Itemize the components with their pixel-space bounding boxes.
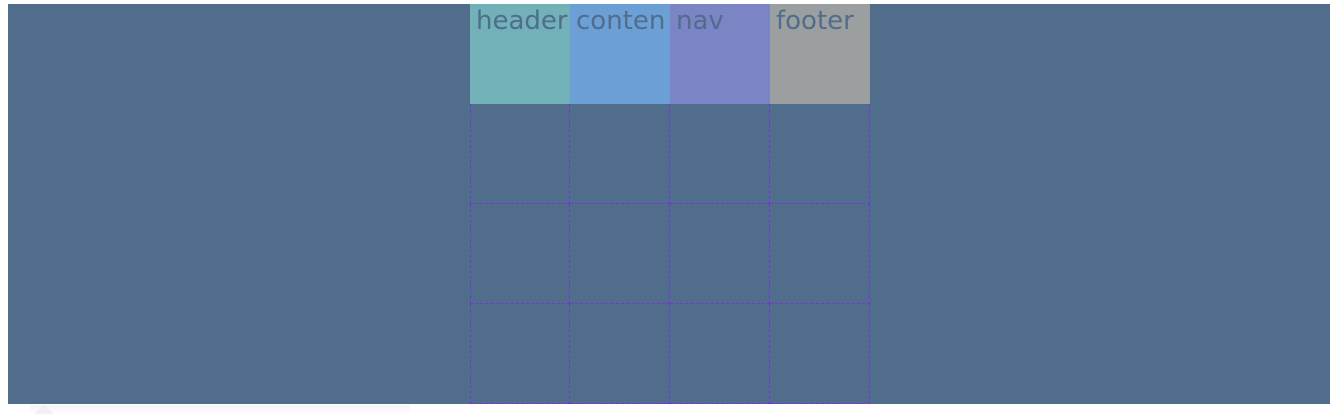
grid-cell xyxy=(670,304,770,404)
grid-cell xyxy=(570,104,670,204)
grid-area-nav: nav xyxy=(670,4,770,104)
grid-area-conten: conten xyxy=(570,4,670,104)
tooltip-arrow xyxy=(34,404,54,414)
grid-cell xyxy=(770,104,870,204)
grid-cell xyxy=(470,204,570,304)
grid-cell xyxy=(770,204,870,304)
grid-area-header: header xyxy=(470,4,570,104)
preview-canvas: header conten nav footer xyxy=(8,4,1330,404)
grid-cell xyxy=(670,104,770,204)
grid-cell xyxy=(570,304,670,404)
grid-cell xyxy=(470,304,570,404)
grid-cell xyxy=(770,304,870,404)
grid-cell xyxy=(470,104,570,204)
grid-cell xyxy=(570,204,670,304)
grid-cell xyxy=(670,204,770,304)
grid-area-footer: footer xyxy=(770,4,870,104)
tooltip-panel xyxy=(30,405,410,416)
